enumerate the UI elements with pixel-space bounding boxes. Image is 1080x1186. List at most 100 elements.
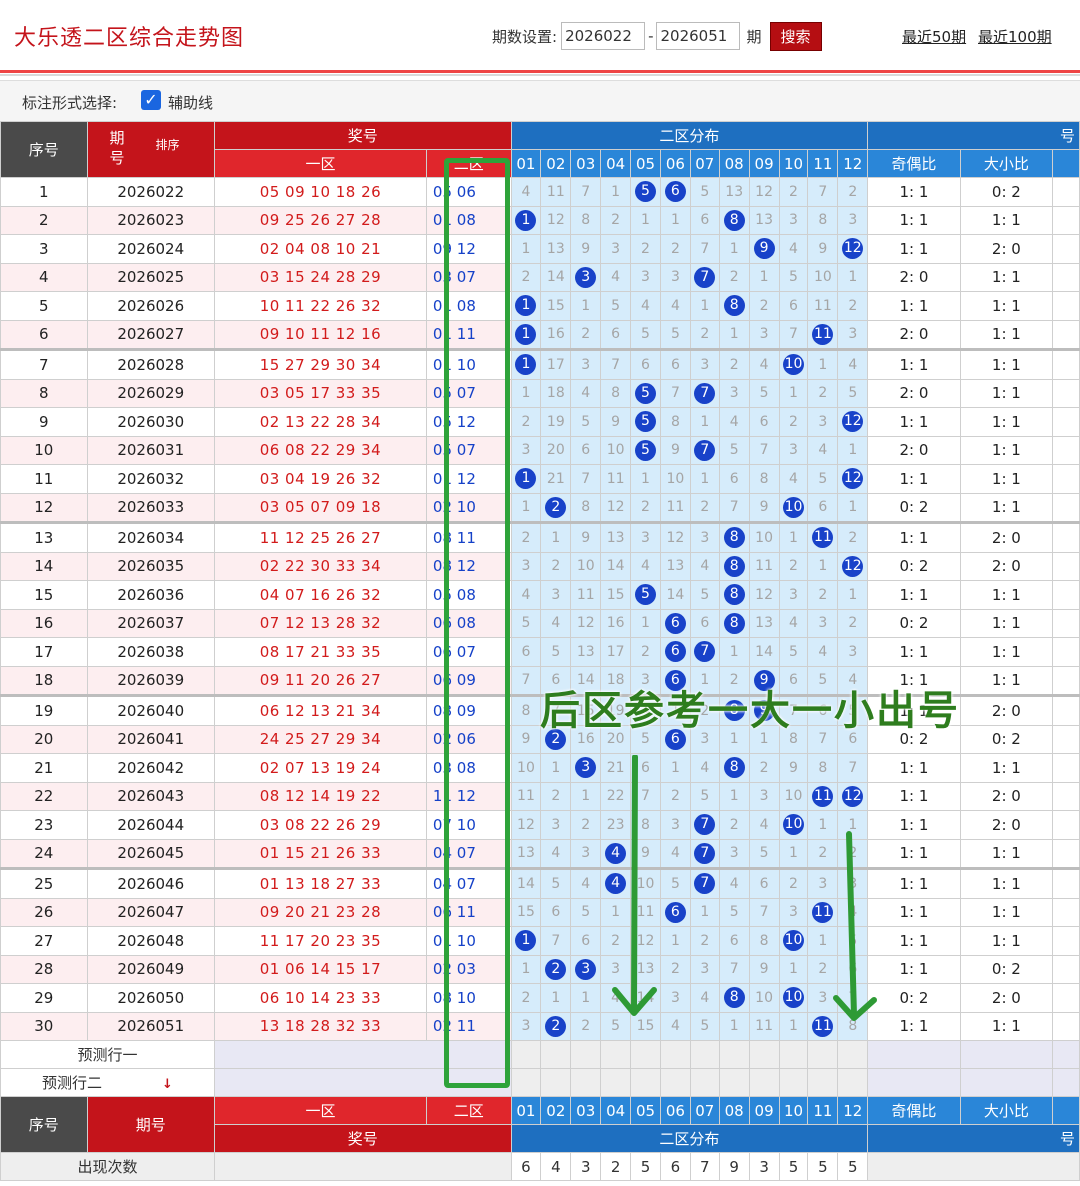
- dist-cell: 2: [778, 407, 809, 437]
- sort-button[interactable]: 排序: [156, 136, 180, 153]
- row-index: 28: [0, 954, 88, 984]
- row-zone1: 08 12 14 19 22: [214, 781, 427, 811]
- predict-row: 预测行一: [0, 1040, 1080, 1069]
- dist-cell: 7: [689, 637, 720, 667]
- predict-cell[interactable]: [540, 1040, 572, 1069]
- dist-cell: 3: [570, 753, 602, 783]
- aux-line-checkbox[interactable]: ✓: [141, 90, 161, 110]
- table-row: 13 2026034 11 12 25 26 27 08 11 2 1 9 13 3 12 3 8 10…: [0, 521, 1080, 553]
- predict-cell[interactable]: [837, 1040, 869, 1069]
- period-from-input[interactable]: [561, 22, 646, 50]
- predict-cell[interactable]: [510, 1068, 542, 1097]
- dist-cell: 2: [689, 926, 720, 956]
- predict-cell[interactable]: [600, 1040, 632, 1069]
- dist-cell: 4: [778, 464, 809, 494]
- row-period: 2026023: [86, 205, 216, 235]
- dist-cell: 1: [718, 637, 750, 667]
- row-index: 16: [0, 608, 88, 638]
- dist-cell: 2: [807, 580, 839, 610]
- row-period: 2026048: [86, 926, 216, 956]
- arrow-down-icon[interactable]: ↓: [162, 1077, 173, 1092]
- dist-cell: 4: [659, 1011, 691, 1041]
- hit-ball: 10: [782, 496, 804, 518]
- zone2-highlight-box: [444, 158, 510, 1088]
- hit-ball: 2: [545, 1015, 567, 1037]
- dist-cell: 13: [510, 838, 542, 869]
- predict-cell[interactable]: [510, 1040, 542, 1069]
- col-header-period[interactable]: 期 号 排序: [86, 121, 216, 178]
- predict-cell[interactable]: [689, 1040, 720, 1069]
- option-bar: 标注形式选择: ✓ 辅助线: [0, 80, 1080, 121]
- dist-cell: 10: [778, 810, 809, 840]
- row-more: [1052, 177, 1080, 207]
- row-big-small: 1: 1: [959, 1011, 1054, 1041]
- predict-cell[interactable]: [630, 1068, 661, 1097]
- predict-cell[interactable]: [689, 1068, 720, 1097]
- predict-cell[interactable]: [807, 1040, 839, 1069]
- dist-cell: 4: [837, 348, 869, 380]
- count-cell: 5: [807, 1152, 839, 1181]
- predict-cell[interactable]: [807, 1068, 839, 1097]
- predict-cell[interactable]: [630, 1040, 661, 1069]
- dist-cell: 3: [778, 897, 809, 927]
- dist-cell: 2: [718, 348, 750, 380]
- hit-ball: 5: [635, 181, 656, 203]
- predict-cell[interactable]: [778, 1040, 809, 1069]
- row-index: 22: [0, 781, 88, 811]
- predict-cell[interactable]: [600, 1068, 632, 1097]
- row-big-small: 2: 0: [959, 234, 1054, 264]
- dist-cell: 13: [748, 608, 780, 638]
- dist-cell: 14: [510, 867, 542, 899]
- dist-cell: 1: [778, 838, 809, 869]
- table-row: 25 2026046 01 13 18 27 33 04 07 14 5 4 4 10 5 7 4 6 2…: [0, 867, 1080, 899]
- dist-cell: 1: [540, 753, 572, 783]
- period-to-input[interactable]: [656, 22, 741, 50]
- predict-cell[interactable]: [540, 1068, 572, 1097]
- predict-cell[interactable]: [570, 1068, 602, 1097]
- predict-cell[interactable]: [659, 1068, 691, 1097]
- dist-cell: 1: [540, 521, 572, 553]
- dist-cell: 3: [807, 407, 839, 437]
- row-odd-even: 1: 1: [867, 580, 961, 610]
- dist-cell: 3: [837, 637, 869, 667]
- search-button[interactable]: 搜索: [769, 21, 822, 51]
- dist-cell: 1: [600, 177, 632, 207]
- dist-cell: 5: [807, 464, 839, 494]
- dist-cell: 8: [718, 205, 750, 235]
- row-index: 1: [0, 177, 88, 207]
- predict-cell[interactable]: [748, 1040, 780, 1069]
- predict-cell[interactable]: [718, 1068, 750, 1097]
- row-big-small: 1: 1: [959, 464, 1054, 494]
- dist-cell: 8: [718, 580, 750, 610]
- dist-cell: 2: [807, 378, 839, 408]
- row-more: [1052, 492, 1080, 523]
- dist-cell: 5: [689, 580, 720, 610]
- predict-cell[interactable]: [718, 1040, 750, 1069]
- predict-cell[interactable]: [748, 1068, 780, 1097]
- predict-cell[interactable]: [778, 1068, 809, 1097]
- row-zone1: 02 04 08 10 21: [214, 234, 427, 264]
- dist-cell: 3: [659, 983, 691, 1013]
- dist-col-header: 01: [510, 149, 542, 178]
- dist-cell: 5: [778, 262, 809, 292]
- row-big-small: 1: 1: [959, 205, 1054, 235]
- predict-cell[interactable]: [837, 1068, 869, 1097]
- table-row: 1 2026022 05 09 10 18 26 05 06 4 11 7 1 5 6 5 13 12 2…: [0, 177, 1080, 207]
- recent-100-link[interactable]: 最近100期: [978, 26, 1052, 47]
- row-index: 2: [0, 205, 88, 235]
- dist-cell: 4: [718, 867, 750, 899]
- row-more: [1052, 897, 1080, 927]
- dist-cell: 5: [689, 1011, 720, 1041]
- dist-cell: 8: [718, 753, 750, 783]
- row-period: 2026040: [86, 694, 216, 726]
- row-period: 2026026: [86, 291, 216, 321]
- row-index: 13: [0, 521, 88, 553]
- dist-cell: 7: [510, 665, 542, 696]
- recent-50-link[interactable]: 最近50期: [902, 26, 966, 47]
- dist-cell: 1: [778, 954, 809, 984]
- footer-prize: 奖号: [214, 1124, 512, 1153]
- predict-cell[interactable]: [570, 1040, 602, 1069]
- predict-cell[interactable]: [659, 1040, 691, 1069]
- dist-cell: 6: [570, 926, 602, 956]
- dist-cell: 21: [540, 464, 572, 494]
